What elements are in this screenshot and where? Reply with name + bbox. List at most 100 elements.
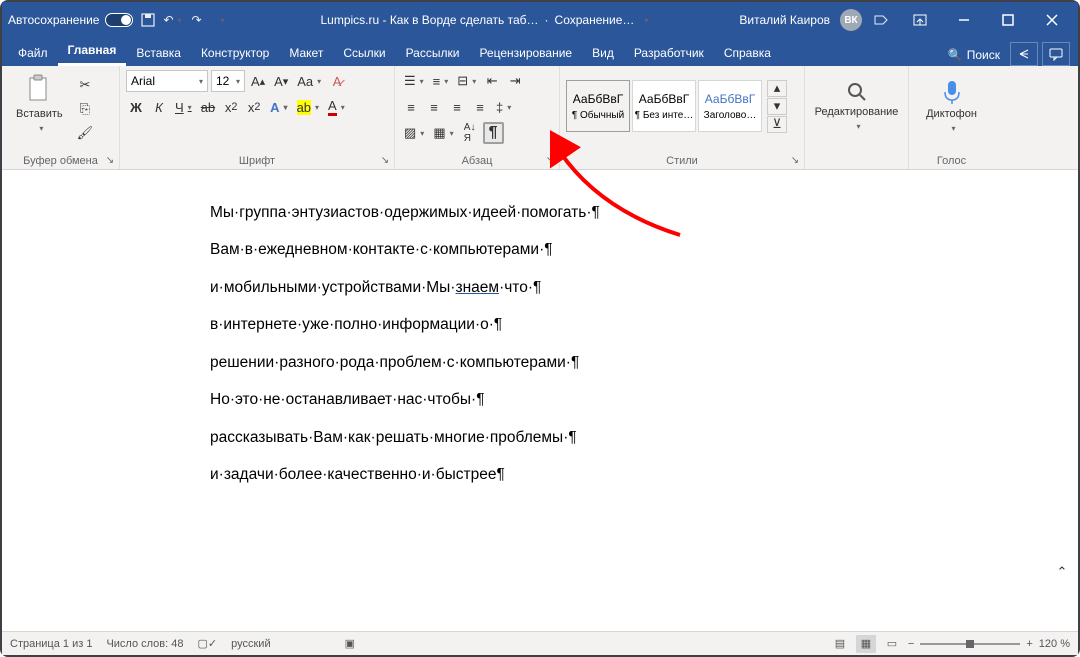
numbering-button[interactable]: ≡▾ (430, 70, 452, 92)
font-name-select[interactable]: Arial▾ (126, 70, 208, 92)
text-line[interactable]: и·мобильными·устройствами·Мы·знаем·что·¶ (210, 273, 870, 302)
page-content[interactable]: Мы·группа·энтузиастов·одержимых·идеей·по… (210, 198, 870, 638)
styles-more[interactable]: ⊻ (767, 116, 787, 133)
editing-group-label (811, 153, 902, 169)
styles-scroll-down[interactable]: ▾ (767, 98, 787, 115)
tab-references[interactable]: Ссылки (333, 40, 395, 66)
editing-button[interactable]: Редактирование ▾ (811, 70, 902, 142)
multilevel-list-button[interactable]: ⊟▾ (454, 70, 479, 92)
share-button[interactable] (1010, 42, 1038, 66)
ribbon-display-icon[interactable] (900, 2, 940, 38)
highlight-button[interactable]: ab▾ (294, 96, 322, 118)
text-line[interactable]: решении·разного·рода·проблем·с·компьютер… (210, 348, 870, 377)
paste-button[interactable]: Вставить ▾ (8, 70, 71, 137)
collapse-ribbon-button[interactable]: ⌃ (1052, 561, 1072, 583)
subscript-button[interactable]: x2 (221, 96, 241, 118)
style-no-spacing[interactable]: АаБбВвГ ¶ Без инте… (632, 80, 696, 132)
font-color-button[interactable]: A▾ (325, 96, 348, 118)
justify-button[interactable]: ≡ (470, 96, 490, 118)
shrink-font-button[interactable]: A▾ (271, 70, 291, 92)
comments-button[interactable] (1042, 42, 1070, 66)
tab-insert[interactable]: Вставка (126, 40, 191, 66)
shading-button[interactable]: ▨▾ (401, 122, 427, 144)
tab-design[interactable]: Конструктор (191, 40, 279, 66)
autosave-toggle[interactable]: Автосохранение (8, 13, 133, 27)
voice-group-label: Голос (915, 153, 988, 169)
copy-button[interactable]: ⎘ (74, 98, 97, 120)
zoom-in-button[interactable]: + (1026, 638, 1032, 650)
web-layout-button[interactable]: ▭ (882, 635, 902, 653)
styles-dialog-launcher[interactable]: ↘ (788, 153, 802, 167)
zoom-out-button[interactable]: − (908, 638, 914, 650)
search-box[interactable]: 🔍 Поиск (940, 44, 1008, 66)
tab-mailings[interactable]: Рассылки (396, 40, 470, 66)
align-center-button[interactable]: ≡ (424, 96, 444, 118)
ribbon-group-styles: АаБбВвГ ¶ Обычный АаБбВвГ ¶ Без инте… Аа… (560, 66, 805, 169)
document-area[interactable]: Мы·группа·энтузиастов·одержимых·идеей·по… (2, 170, 1078, 638)
autosave-switch[interactable] (105, 13, 133, 27)
style-normal[interactable]: АаБбВвГ ¶ Обычный (566, 80, 630, 132)
grow-font-button[interactable]: A▴ (248, 70, 268, 92)
text-line[interactable]: рассказывать·Вам·как·решать·многие·пробл… (210, 423, 870, 452)
strikethrough-button[interactable]: ab (198, 96, 218, 118)
tab-view[interactable]: Вид (582, 40, 624, 66)
increase-indent-button[interactable]: ⇥ (505, 70, 525, 92)
align-right-button[interactable]: ≡ (447, 96, 467, 118)
search-label: Поиск (967, 48, 1000, 62)
save-icon[interactable] (139, 11, 157, 29)
change-case-button[interactable]: Aa▾ (294, 70, 324, 92)
qat-more-icon[interactable]: ▾ (211, 11, 229, 29)
italic-button[interactable]: К (149, 96, 169, 118)
cut-button[interactable]: ✂ (74, 74, 97, 96)
tab-layout[interactable]: Макет (279, 40, 333, 66)
page-indicator[interactable]: Страница 1 из 1 (10, 638, 92, 650)
sort-button[interactable]: А↓Я (460, 122, 480, 144)
format-painter-button[interactable]: 🖌 (74, 122, 97, 144)
text-effects-button[interactable]: A▾ (267, 96, 290, 118)
clipboard-dialog-launcher[interactable]: ↘ (103, 153, 117, 167)
underline-button[interactable]: Ч▾ (172, 96, 195, 118)
maximize-button[interactable] (988, 2, 1028, 38)
line-spacing-button[interactable]: ‡▾ (493, 96, 514, 118)
redo-icon[interactable]: ↷ (187, 11, 205, 29)
print-layout-button[interactable]: ▦ (856, 635, 876, 653)
tab-file[interactable]: Файл (8, 40, 58, 66)
font-size-select[interactable]: 12▾ (211, 70, 245, 92)
minimize-button[interactable] (944, 2, 984, 38)
zoom-slider[interactable] (920, 643, 1020, 645)
tab-home[interactable]: Главная (58, 37, 127, 66)
word-count[interactable]: Число слов: 48 (106, 638, 183, 650)
bold-button[interactable]: Ж (126, 96, 146, 118)
styles-scroll-up[interactable]: ▴ (767, 80, 787, 97)
style-heading1[interactable]: АаБбВвГ Заголово… (698, 80, 762, 132)
zoom-level[interactable]: 120 % (1039, 638, 1070, 650)
paragraph-dialog-launcher[interactable]: ↘ (543, 153, 557, 167)
borders-button[interactable]: ▦▾ (430, 122, 456, 144)
undo-icon[interactable]: ↶▾ (163, 11, 181, 29)
language-indicator[interactable]: русский (231, 638, 270, 650)
clipboard-group-label: Буфер обмена (8, 153, 113, 169)
bullets-button[interactable]: ☰▾ (401, 70, 427, 92)
align-left-button[interactable]: ≡ (401, 96, 421, 118)
close-button[interactable] (1032, 2, 1072, 38)
coming-soon-icon[interactable] (872, 11, 890, 29)
tab-developer[interactable]: Разработчик (624, 40, 714, 66)
text-line[interactable]: Мы·группа·энтузиастов·одержимых·идеей·по… (210, 198, 870, 227)
text-line[interactable]: Но·это·не·останавливает·нас·чтобы·¶ (210, 385, 870, 414)
macro-recorder-icon[interactable]: ▣ (345, 637, 355, 650)
show-hide-formatting-button[interactable]: ¶ (483, 122, 504, 144)
decrease-indent-button[interactable]: ⇤ (482, 70, 502, 92)
dictate-button[interactable]: Диктофон ▾ (915, 70, 988, 142)
text-line[interactable]: и·задачи·более·качественно·и·быстрее¶ (210, 460, 870, 489)
user-avatar[interactable]: ВК (840, 9, 862, 31)
spellcheck-icon[interactable]: ▢✓ (198, 637, 218, 650)
font-dialog-launcher[interactable]: ↘ (378, 153, 392, 167)
superscript-button[interactable]: x2 (244, 96, 264, 118)
text-line[interactable]: в·интернете·уже·полно·информации·о·¶ (210, 310, 870, 339)
read-mode-button[interactable]: ▤ (830, 635, 850, 653)
tab-help[interactable]: Справка (714, 40, 781, 66)
tab-review[interactable]: Рецензирование (469, 40, 582, 66)
search-icon: 🔍 (948, 48, 963, 62)
clear-formatting-button[interactable]: A̷ (327, 70, 347, 92)
text-line[interactable]: Вам·в·ежедневном·контакте·с·компьютерами… (210, 235, 870, 264)
